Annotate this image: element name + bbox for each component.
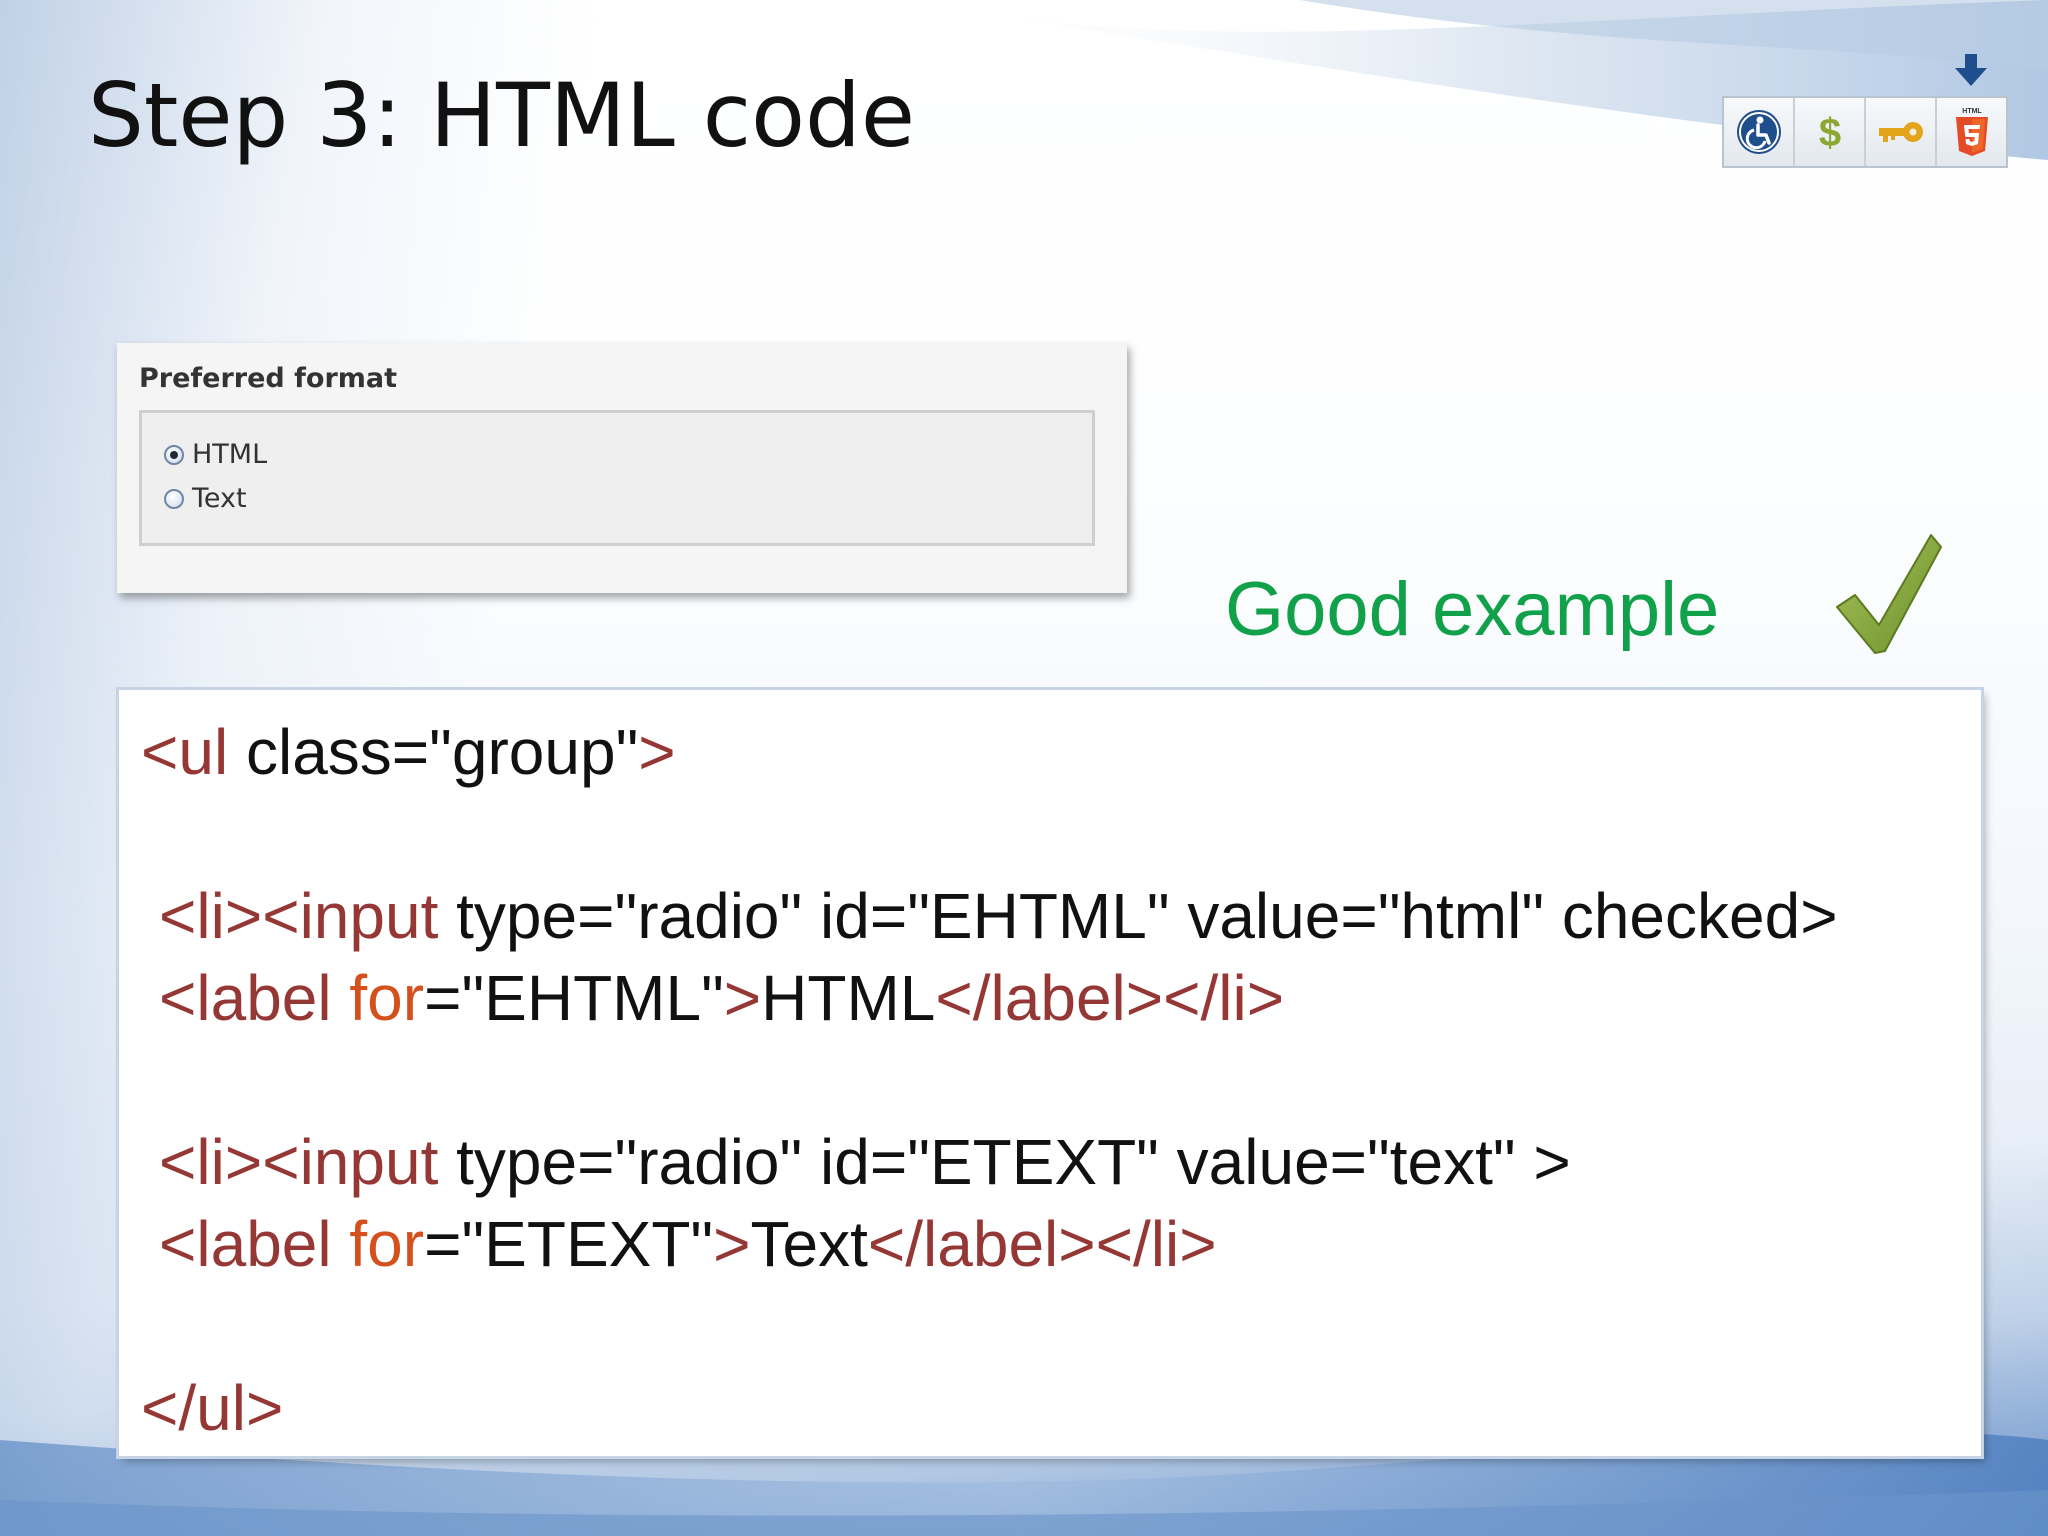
accessibility-button[interactable] (1724, 98, 1795, 166)
code-tag: <ul (141, 716, 229, 788)
code-line-2: <li><input type="radio" id="EHTML" value… (159, 884, 1838, 948)
code-line-5: <label for="ETEXT">Text</label></li> (159, 1212, 1217, 1276)
code-attribute: for (349, 1208, 425, 1280)
code-line-6: </ul> (141, 1376, 283, 1440)
html5-icon: HTML (1955, 108, 1988, 156)
code-tag: </ul> (141, 1372, 284, 1444)
code-line-3: <label for="EHTML">HTML</label></li> (159, 966, 1284, 1030)
code-tag: > (713, 1208, 751, 1280)
preferred-format-widget: Preferred format HTML Text (117, 343, 1127, 593)
good-example-label: Good example (1225, 567, 1720, 652)
code-tag: </label></li> (867, 1208, 1217, 1280)
down-arrow-icon[interactable] (1953, 52, 1989, 88)
radio-option-html[interactable]: HTML (164, 439, 267, 470)
key-icon (1878, 122, 1923, 142)
code-text: type="radio" id="EHTML" value="html" che… (438, 880, 1838, 952)
icon-toolbar: $ HTML (1722, 96, 2008, 168)
key-button[interactable] (1866, 98, 1937, 166)
code-line-4: <li><input type="radio" id="ETEXT" value… (159, 1130, 1571, 1194)
code-text: ="ETEXT" (424, 1208, 714, 1280)
radio-option-text[interactable]: Text (164, 483, 247, 514)
code-tag: <li><input (159, 1126, 439, 1198)
fieldset-legend: Preferred format (139, 363, 398, 394)
code-tag: </label></li> (935, 962, 1285, 1034)
code-tag: <label (159, 962, 350, 1034)
code-text: class="group" (228, 716, 639, 788)
code-text: HTML (761, 962, 936, 1034)
code-tag: > (723, 962, 762, 1034)
code-tag: > (638, 716, 676, 788)
radio-group: HTML Text (139, 410, 1095, 546)
slide-title: Step 3: HTML code (88, 64, 916, 167)
checkmark-icon (1836, 534, 1942, 654)
html5-button[interactable]: HTML (1937, 98, 2006, 166)
radio-button-text[interactable] (164, 488, 184, 509)
radio-label-text[interactable]: Text (192, 483, 247, 514)
svg-text:$: $ (1818, 111, 1840, 155)
html5-caption: HTML (1962, 108, 1982, 115)
code-text: type="radio" id="ETEXT" value="text" > (438, 1126, 1571, 1198)
code-text: ="EHTML" (424, 962, 724, 1034)
code-tag: <label (159, 1208, 350, 1280)
accessibility-icon (1736, 110, 1781, 154)
dollar-icon: $ (1818, 111, 1840, 155)
code-block: <ul class="group"> <li><input type="radi… (119, 690, 1981, 1456)
radio-label-html[interactable]: HTML (192, 439, 267, 470)
code-text: Text (750, 1208, 868, 1280)
code-tag: <li><input (159, 880, 439, 952)
cost-button[interactable]: $ (1795, 98, 1866, 166)
radio-button-html[interactable] (164, 444, 184, 465)
code-line-1: <ul class="group"> (141, 720, 676, 784)
code-attribute: for (349, 962, 425, 1034)
